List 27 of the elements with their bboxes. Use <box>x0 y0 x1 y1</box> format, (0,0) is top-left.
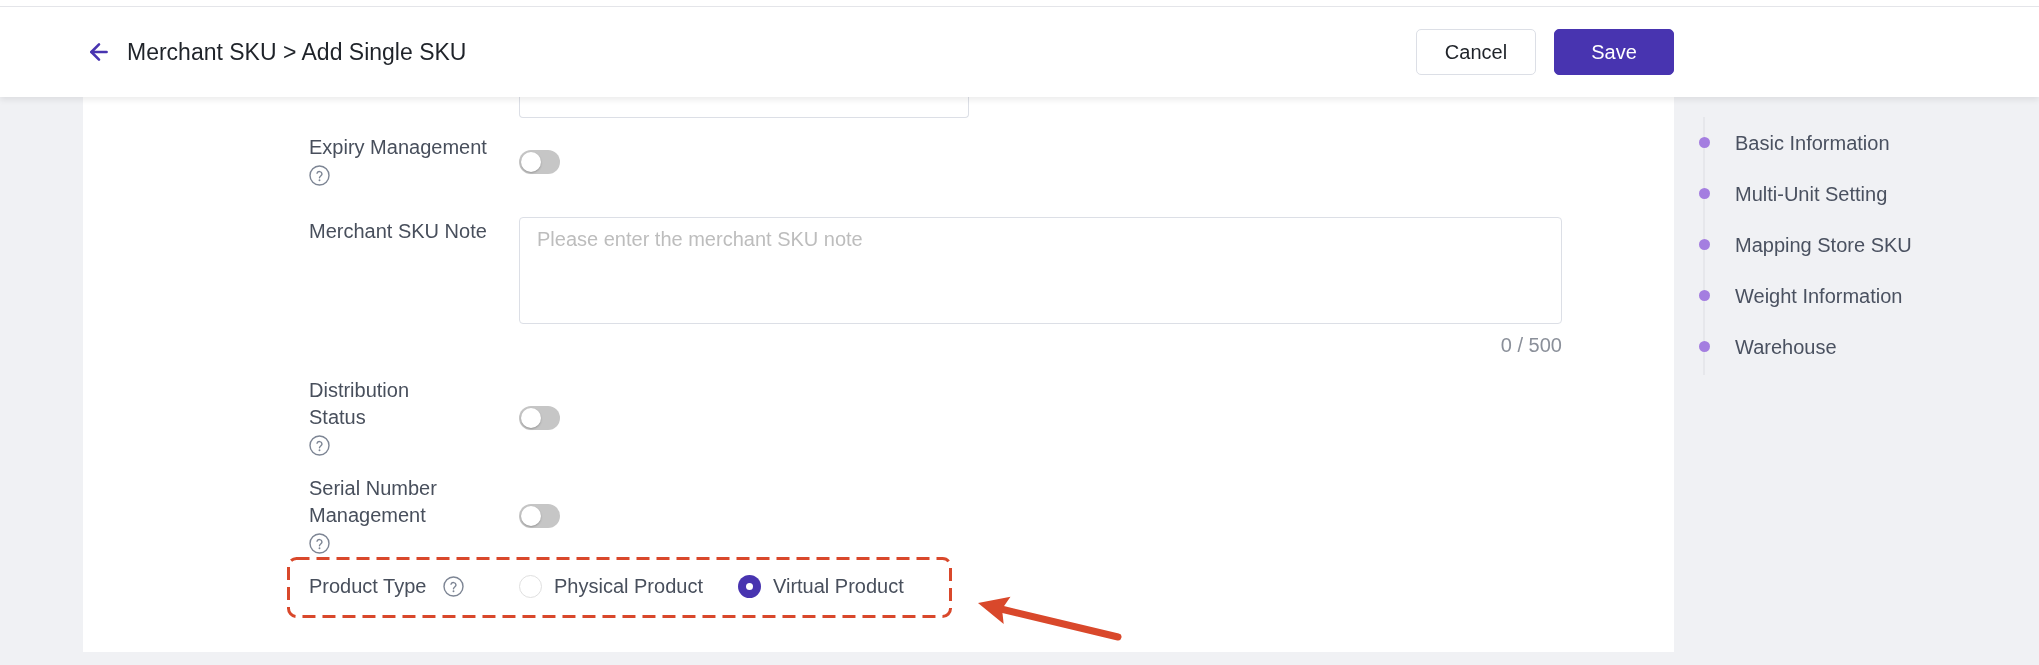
section-nav-link[interactable]: Multi-Unit Setting <box>1735 178 1888 209</box>
section-nav-link[interactable]: Warehouse <box>1735 331 1837 362</box>
section-nav-link[interactable]: Mapping Store SKU <box>1735 229 1912 260</box>
date-field[interactable] <box>519 97 969 118</box>
help-icon[interactable] <box>309 164 330 186</box>
toggle-switch[interactable] <box>519 149 560 174</box>
radio-button[interactable] <box>519 575 542 598</box>
note-textarea[interactable]: Please enter the merchant SKU note <box>519 217 1562 324</box>
save-button[interactable]: Save <box>1554 29 1674 75</box>
cancel-button[interactable]: Cancel <box>1416 29 1536 75</box>
radio-label[interactable]: Virtual Product <box>772 573 904 600</box>
toggle-switch[interactable] <box>519 504 560 528</box>
section-nav-link[interactable]: Weight Information <box>1735 280 1903 311</box>
toggle-switch[interactable] <box>519 406 560 430</box>
page-title: Merchant SKU > Add Single SKU <box>127 37 467 67</box>
field-label: Distribution Status <box>309 378 410 430</box>
help-icon[interactable] <box>309 434 330 456</box>
character-counter: 0 / 500 <box>1500 333 1562 357</box>
radio-label[interactable]: Physical Product <box>554 573 703 600</box>
field-label: Product Type <box>309 574 427 599</box>
help-icon[interactable] <box>443 576 465 597</box>
radio-button[interactable] <box>737 575 761 598</box>
field-label: Serial Number Management <box>309 476 437 528</box>
help-icon[interactable] <box>309 532 330 554</box>
section-nav-link[interactable]: Basic Information <box>1735 127 1890 158</box>
field-label: Expiry Management <box>309 135 487 160</box>
field-label: Merchant SKU Note <box>309 219 487 244</box>
